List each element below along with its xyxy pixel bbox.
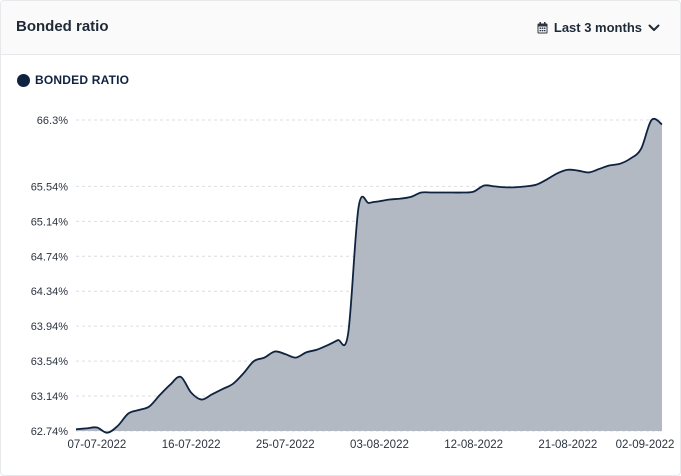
y-tick-label: 63.14% — [31, 391, 69, 403]
x-tick-label: 03-08-2022 — [350, 439, 409, 451]
y-tick-label: 64.34% — [31, 286, 69, 298]
x-tick-label: 12-08-2022 — [444, 439, 503, 451]
x-tick-label: 16-07-2022 — [162, 439, 221, 451]
x-tick-label: 07-07-2022 — [68, 439, 127, 451]
y-tick-label: 63.54% — [31, 356, 69, 368]
x-tick-label: 02-09-2022 — [616, 439, 675, 451]
x-tick-label: 25-07-2022 — [256, 439, 315, 451]
y-tick-label: 62.74% — [31, 426, 69, 438]
y-tick-label: 64.74% — [31, 251, 69, 263]
x-tick-label: 21-08-2022 — [538, 439, 597, 451]
series-area — [76, 118, 662, 433]
y-tick-label: 63.94% — [31, 321, 69, 333]
bonded-ratio-chart: 62.74% 63.14% 63.54% 63.94% 64.34% 64.74% 65.1… — [31, 115, 675, 451]
y-tick-label: 65.54% — [31, 181, 69, 193]
y-tick-label: 65.14% — [31, 216, 69, 228]
y-tick-label: 66.3% — [37, 115, 68, 127]
